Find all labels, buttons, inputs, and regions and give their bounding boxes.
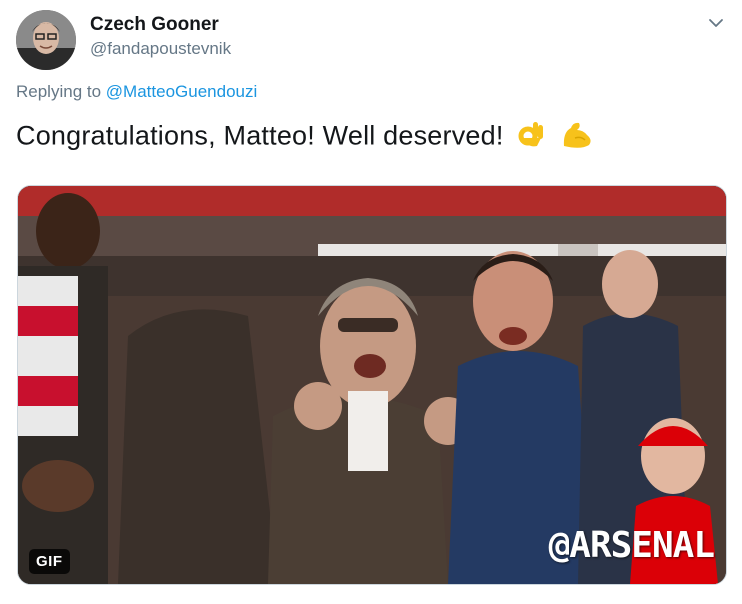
- ok-hand-emoji: [517, 118, 547, 157]
- gif-badge: GIF: [29, 549, 70, 574]
- replying-to-label: Replying to: [16, 82, 102, 101]
- reply-mention-link[interactable]: @MatteoGuendouzi: [106, 82, 257, 101]
- flexed-biceps-emoji: [561, 118, 595, 157]
- replying-to: Replying to @MatteoGuendouzi: [16, 82, 257, 102]
- tweet-text: Congratulations, Matteo! Well deserved!: [16, 118, 595, 157]
- tweet-body: Congratulations, Matteo! Well deserved!: [16, 120, 504, 151]
- avatar-image: [16, 10, 76, 70]
- arsenal-watermark: @ARSENAL: [548, 525, 715, 566]
- chevron-down-icon[interactable]: [706, 13, 726, 33]
- author-handle[interactable]: @fandapoustevnik: [90, 39, 231, 59]
- author-name[interactable]: Czech Gooner: [90, 14, 219, 36]
- tweet-media-gif[interactable]: GIF @ARSENAL: [17, 185, 727, 585]
- avatar[interactable]: [16, 10, 76, 70]
